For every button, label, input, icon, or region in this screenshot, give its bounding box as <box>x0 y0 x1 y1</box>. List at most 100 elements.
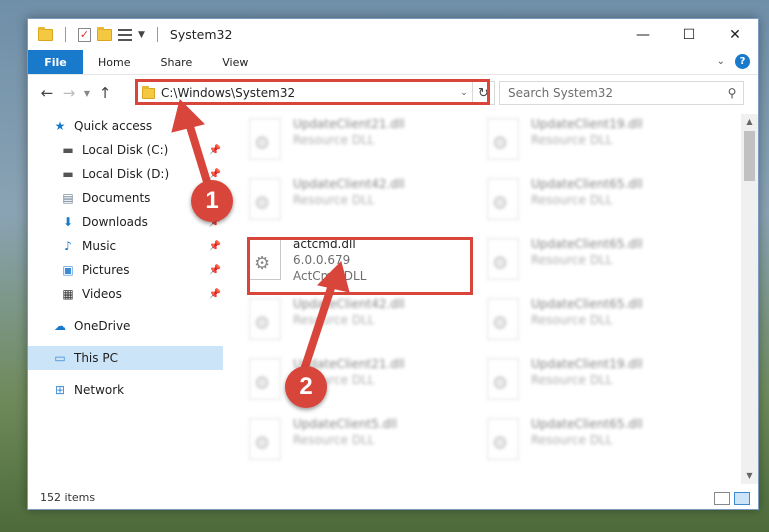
sidebar-item-this-pc[interactable]: ▭ This PC <box>28 346 223 370</box>
file-type: Resource DLL <box>531 433 613 447</box>
ribbon-right: ⌄ ? <box>717 54 750 69</box>
file-name: UpdateClient42.dll <box>293 177 405 191</box>
sidebar-item-local-disk-c[interactable]: ▬ Local Disk (C:) 📌 <box>28 138 223 162</box>
dll-file-icon <box>487 118 519 160</box>
large-icons-view-icon[interactable] <box>734 492 750 505</box>
scroll-down-arrow-icon[interactable]: ▼ <box>741 468 758 484</box>
list-item[interactable]: UpdateClient21.dllResource DLL <box>233 114 453 170</box>
new-folder-icon[interactable] <box>97 26 112 41</box>
sidebar-item-label: Documents <box>82 191 151 205</box>
expand-ribbon-chevron-icon[interactable]: ⌄ <box>717 56 725 67</box>
vertical-scrollbar[interactable]: ▲ ▼ <box>741 114 758 484</box>
sidebar-item-label: Pictures <box>82 263 130 277</box>
star-icon: ★ <box>54 119 66 133</box>
sidebar-item-downloads[interactable]: ⬇ Downloads 📌 <box>28 210 223 234</box>
help-icon[interactable]: ? <box>735 54 750 69</box>
window-title: System32 <box>169 27 233 42</box>
list-item[interactable]: UpdateClient19.dll Resource DLL <box>471 354 691 410</box>
qat-dropdown-icon[interactable]: ▼ <box>138 30 145 40</box>
back-arrow-icon[interactable]: ← <box>36 84 58 102</box>
list-item[interactable]: UpdateClient65.dll Resource DLL <box>471 234 691 290</box>
view-toggle <box>714 492 750 505</box>
sidebar-item-network[interactable]: ⊞ Network <box>28 378 223 402</box>
details-view-icon[interactable] <box>714 492 730 505</box>
computer-icon: ▭ <box>54 351 66 365</box>
minimize-button[interactable]: — <box>620 19 666 50</box>
sidebar-item-label: Downloads <box>82 215 148 229</box>
list-item[interactable]: UpdateClient5.dll Resource DLL <box>233 414 453 470</box>
file-name: UpdateClient19.dll <box>531 357 643 371</box>
file-list: UpdateClient21.dll Resource DLL UpdateCli… <box>233 114 738 486</box>
download-arrow-icon: ⬇ <box>62 215 74 229</box>
dll-file-icon <box>249 418 281 460</box>
tab-view[interactable]: View <box>207 50 263 74</box>
tab-home[interactable]: Home <box>83 50 145 74</box>
list-item[interactable]: UpdateClient65.dll Resource DLL <box>471 414 691 470</box>
film-icon: ▦ <box>62 287 74 301</box>
sidebar-item-quick-access[interactable]: ★ Quick access <box>28 114 223 138</box>
search-icon[interactable]: ⚲ <box>721 86 743 100</box>
scrollbar-thumb[interactable] <box>744 131 755 181</box>
dll-file-icon <box>487 298 519 340</box>
file-name: UpdateClient42.dll <box>293 297 405 311</box>
sidebar-item-label: Videos <box>82 287 122 301</box>
close-button[interactable]: ✕ <box>712 19 758 50</box>
scroll-up-arrow-icon[interactable]: ▲ <box>741 114 758 130</box>
drive-icon: ▬ <box>62 143 74 157</box>
folder-icon <box>142 85 155 99</box>
forward-arrow-icon[interactable]: → <box>58 84 80 102</box>
dll-file-icon <box>249 178 281 220</box>
dll-file-icon <box>249 118 281 160</box>
sidebar-item-label: OneDrive <box>74 319 131 333</box>
file-name: UpdateClient5.dll <box>293 417 397 431</box>
sidebar-item-label: Quick access <box>74 119 153 133</box>
file-name: UpdateClient65.dll <box>531 297 643 311</box>
list-item[interactable]: UpdateClient42.dll Resource DLL <box>233 174 453 230</box>
pin-icon[interactable]: 📌 <box>209 145 221 156</box>
pin-icon[interactable]: 📌 <box>209 289 221 300</box>
refresh-icon[interactable]: ↻ <box>472 82 494 104</box>
sidebar-item-music[interactable]: ♪ Music 📌 <box>28 234 223 258</box>
drive-icon: ▬ <box>62 167 74 181</box>
sidebar-item-onedrive[interactable]: ☁ OneDrive <box>28 314 223 338</box>
customize-qat-icon[interactable] <box>118 28 132 41</box>
status-bar: 152 items <box>28 485 758 509</box>
sidebar-item-local-disk-d[interactable]: ▬ Local Disk (D:) 📌 <box>28 162 223 186</box>
search-input[interactable]: Search System32 ⚲ <box>499 81 744 105</box>
step-2-badge: 2 <box>285 366 327 408</box>
file-name: UpdateClient65.dll <box>531 237 643 251</box>
address-bar[interactable]: C:\Windows\System32 ⌄ ↻ <box>135 81 495 105</box>
pin-icon[interactable]: 📌 <box>209 169 221 180</box>
maximize-button[interactable]: ☐ <box>666 19 712 50</box>
file-type: Resource DLL <box>293 193 375 207</box>
list-item[interactable]: UpdateClient42.dll Resource DLL <box>233 294 453 350</box>
music-note-icon: ♪ <box>64 239 72 253</box>
sidebar-item-pictures[interactable]: ▣ Pictures 📌 <box>28 258 223 282</box>
recent-locations-chevron-icon[interactable]: ▼ <box>80 89 94 98</box>
list-item[interactable]: UpdateClient21.dllResource DLL <box>233 354 453 410</box>
properties-check-icon[interactable]: ✓ <box>78 27 91 42</box>
network-icon: ⊞ <box>54 383 66 397</box>
search-placeholder[interactable]: Search System32 <box>508 86 721 100</box>
step-1-badge: 1 <box>191 180 233 222</box>
pictures-icon: ▣ <box>62 263 74 277</box>
tab-share[interactable]: Share <box>145 50 207 74</box>
sidebar-item-label: Local Disk (C:) <box>82 143 169 157</box>
list-item[interactable]: UpdateClient65.dll Resource DLL <box>471 174 691 230</box>
file-type: Resource DLL <box>293 433 375 447</box>
address-dropdown-icon[interactable]: ⌄ <box>456 88 472 98</box>
item-count: 152 items <box>40 490 96 504</box>
address-path[interactable]: C:\Windows\System32 <box>161 86 456 100</box>
pin-icon[interactable]: 📌 <box>209 241 221 252</box>
tab-file[interactable]: File <box>28 50 83 74</box>
sidebar-item-label: Music <box>82 239 117 253</box>
list-item[interactable]: UpdateClient19.dll Resource DLL <box>471 114 691 170</box>
quick-access-toolbar: ✓ ▼ System32 <box>28 26 233 42</box>
up-arrow-icon[interactable]: ↑ <box>94 84 116 102</box>
pin-icon[interactable]: 📌 <box>209 265 221 276</box>
sidebar-item-label: Network <box>74 383 125 397</box>
dll-file-icon <box>249 238 281 280</box>
list-item[interactable]: UpdateClient65.dll Resource DLL <box>471 294 691 350</box>
file-actcmd-dll[interactable]: actcmd.dll 6.0.0.679 ActCmd DLL <box>233 234 453 290</box>
sidebar-item-videos[interactable]: ▦ Videos 📌 <box>28 282 223 306</box>
